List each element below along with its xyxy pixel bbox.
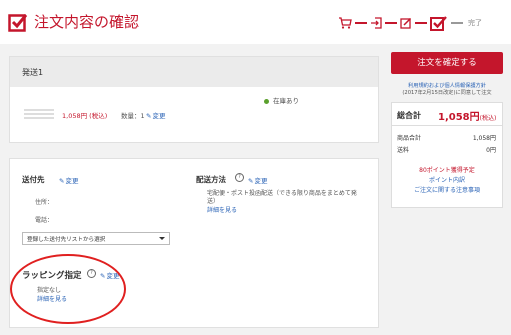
pencil-icon: ✎ xyxy=(59,177,65,185)
edit-form-icon xyxy=(400,17,412,29)
login-icon xyxy=(371,17,382,29)
delivery-method-desc: 宅配便・ポスト投函配送（できる限り商品をまとめて発 xyxy=(207,190,357,197)
address-label: 住所： xyxy=(35,199,54,206)
points-breakdown-link[interactable]: ポイント内訳 xyxy=(391,175,503,184)
total-label: 総合計 xyxy=(397,111,421,120)
pencil-icon: ✎ xyxy=(248,177,254,185)
shipment-header-bar xyxy=(10,57,378,87)
shipping-label: 送料 xyxy=(397,147,410,154)
terms-note: 利用規約および個人情報保護方針 (2017年2月15日改定)に同意して注文 xyxy=(391,83,503,97)
page-title: 注文内容の確認 xyxy=(34,13,140,31)
address-edit-link[interactable]: ✎変更 xyxy=(59,175,78,185)
phone-label: 電話： xyxy=(35,217,54,224)
shipping-value: 0円 xyxy=(486,147,496,154)
progress-steps: 完了 xyxy=(338,15,482,31)
summary-divider xyxy=(392,125,502,126)
quantity-edit-link[interactable]: ✎変更 xyxy=(146,110,165,120)
delivery-method-title: 配送方法 xyxy=(196,175,226,184)
address-select-value: 登録した送付先リストから選択 xyxy=(27,237,106,243)
total-value: 1,058円(税込) xyxy=(438,108,496,123)
edit-label: 変更 xyxy=(152,112,166,120)
edit-label: 変更 xyxy=(65,177,79,185)
product-quantity: 数量：1 xyxy=(121,112,145,120)
confirm-step-icon xyxy=(430,16,447,31)
total-tax-note: (税込) xyxy=(479,115,497,122)
in-stock-dot-icon xyxy=(264,99,269,104)
checkbox-checked-icon xyxy=(8,14,28,32)
annotation-circle xyxy=(10,254,126,324)
terms-link[interactable]: 利用規約および個人情報保護方針 xyxy=(408,83,486,89)
subtotal-value: 1,058円 xyxy=(472,135,496,142)
delivery-method-edit-link[interactable]: ✎変更 xyxy=(248,175,267,185)
total-amount: 1,058円 xyxy=(438,112,480,123)
pencil-icon: ✎ xyxy=(146,112,152,120)
cart-icon xyxy=(339,17,352,29)
order-notes-link[interactable]: ご注文に関する注意事項 xyxy=(391,185,503,194)
subtotal-label: 商品合計 xyxy=(397,135,422,142)
edit-label: 変更 xyxy=(254,177,268,185)
confirm-order-button[interactable]: 注文を確定する xyxy=(391,52,503,74)
terms-note-text: (2017年2月15日改定)に同意して注文 xyxy=(402,90,492,96)
stock-status: 在庫あり xyxy=(273,97,299,105)
shipment-title: 発送1 xyxy=(22,68,44,77)
step-done-label: 完了 xyxy=(468,19,482,27)
address-title: 送付先 xyxy=(22,175,45,184)
points-note: 80ポイント獲得予定 xyxy=(419,167,475,174)
help-icon[interactable]: ? xyxy=(235,173,244,182)
address-list-select[interactable]: 登録した送付先リストから選択 xyxy=(22,232,170,245)
delivery-method-desc-cont: 送） xyxy=(207,198,220,205)
product-thumbnail[interactable] xyxy=(24,104,54,124)
product-price: 1,058円 (税込) xyxy=(62,112,108,120)
delivery-details-link[interactable]: 詳細を見る xyxy=(207,205,237,214)
dropdown-caret-icon xyxy=(159,237,165,240)
